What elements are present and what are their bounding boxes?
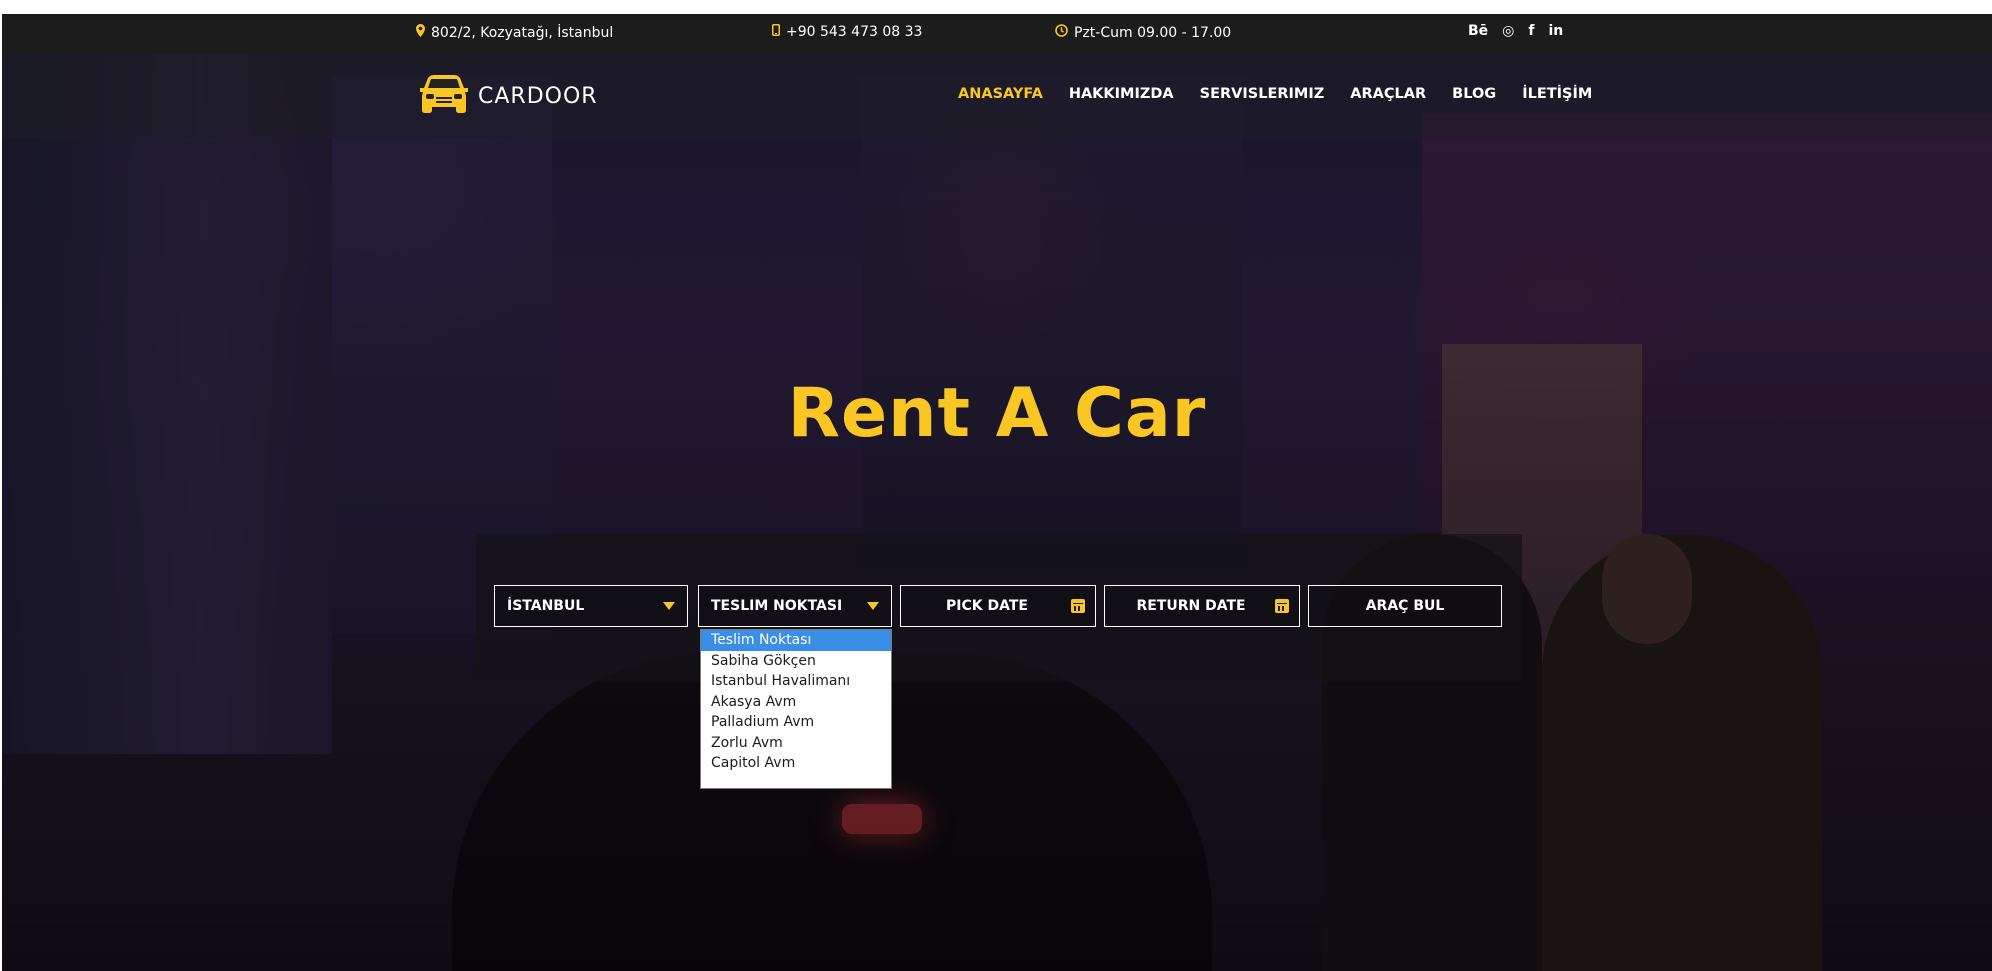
pick-date-field[interactable]: PICK DATE <box>900 585 1096 627</box>
dropdown-option[interactable]: Istanbul Havalimanı <box>701 671 891 692</box>
return-date-field[interactable]: RETURN DATE <box>1104 585 1300 627</box>
dropdown-option[interactable]: Akasya Avm <box>701 692 891 713</box>
hero-background: 802/2, Kozyatağı, İstanbul +90 543 473 0… <box>2 14 1992 971</box>
address-info: 802/2, Kozyatağı, İstanbul <box>416 24 613 41</box>
mobile-phone-icon <box>772 24 780 40</box>
find-car-button-label: ARAÇ BUL <box>1365 598 1445 614</box>
nav-item-araclar[interactable]: ARAÇLAR <box>1350 86 1426 102</box>
hero-title: Rent A Car <box>787 374 1207 453</box>
calendar-icon <box>1275 599 1289 613</box>
main-nav: ANASAYFA HAKKIMIZDA SERVISLERIMIZ ARAÇLA… <box>958 86 1592 102</box>
social-links: Bē ◎ f in <box>1468 23 1563 39</box>
map-marker-icon <box>416 24 425 41</box>
background-overlay <box>2 14 1992 971</box>
top-info-bar: 802/2, Kozyatağı, İstanbul +90 543 473 0… <box>2 14 1992 54</box>
phone-text: +90 543 473 08 33 <box>786 24 923 40</box>
pinterest-icon[interactable]: ◎ <box>1502 23 1514 39</box>
city-select[interactable]: İSTANBUL <box>494 585 688 627</box>
car-icon <box>418 74 470 118</box>
facebook-icon[interactable]: f <box>1528 23 1534 39</box>
main-navbar: CARDOOR ANASAYFA HAKKIMIZDA SERVISLERIMI… <box>2 54 1992 138</box>
delivery-point-dropdown: Teslim Noktası Sabiha Gökçen Istanbul Ha… <box>700 629 892 789</box>
clock-icon <box>1055 24 1068 41</box>
city-select-value: İSTANBUL <box>507 598 585 614</box>
behance-icon[interactable]: Bē <box>1468 23 1488 39</box>
caret-down-icon <box>867 602 879 610</box>
linkedin-icon[interactable]: in <box>1548 23 1563 39</box>
dropdown-option[interactable]: Sabiha Gökçen <box>701 651 891 672</box>
address-text: 802/2, Kozyatağı, İstanbul <box>431 24 614 41</box>
caret-down-icon <box>663 602 675 610</box>
dropdown-option[interactable]: Palladium Avm <box>701 712 891 733</box>
hours-info: Pzt-Cum 09.00 - 17.00 <box>1055 24 1231 41</box>
phone-info[interactable]: +90 543 473 08 33 <box>772 24 922 40</box>
calendar-icon <box>1071 599 1085 613</box>
nav-item-anasayfa[interactable]: ANASAYFA <box>958 86 1043 102</box>
nav-item-servislerimiz[interactable]: SERVISLERIMIZ <box>1200 86 1325 102</box>
nav-item-iletisim[interactable]: İLETİŞİM <box>1522 86 1592 102</box>
hours-text: Pzt-Cum 09.00 - 17.00 <box>1074 24 1232 41</box>
pick-date-label: PICK DATE <box>946 598 1028 614</box>
find-car-button[interactable]: ARAÇ BUL <box>1308 585 1502 627</box>
dropdown-option[interactable]: Capitol Avm <box>701 753 891 774</box>
return-date-label: RETURN DATE <box>1136 598 1246 614</box>
delivery-point-select[interactable]: TESLIM NOKTASI <box>698 585 892 627</box>
nav-item-blog[interactable]: BLOG <box>1452 86 1496 102</box>
nav-item-hakkimizda[interactable]: HAKKIMIZDA <box>1069 86 1174 102</box>
brand-logo[interactable]: CARDOOR <box>418 74 598 118</box>
delivery-point-select-value: TESLIM NOKTASI <box>711 598 843 614</box>
dropdown-option[interactable]: Teslim Noktası <box>701 630 891 651</box>
brand-name: CARDOOR <box>478 83 598 109</box>
dropdown-option[interactable]: Zorlu Avm <box>701 733 891 754</box>
